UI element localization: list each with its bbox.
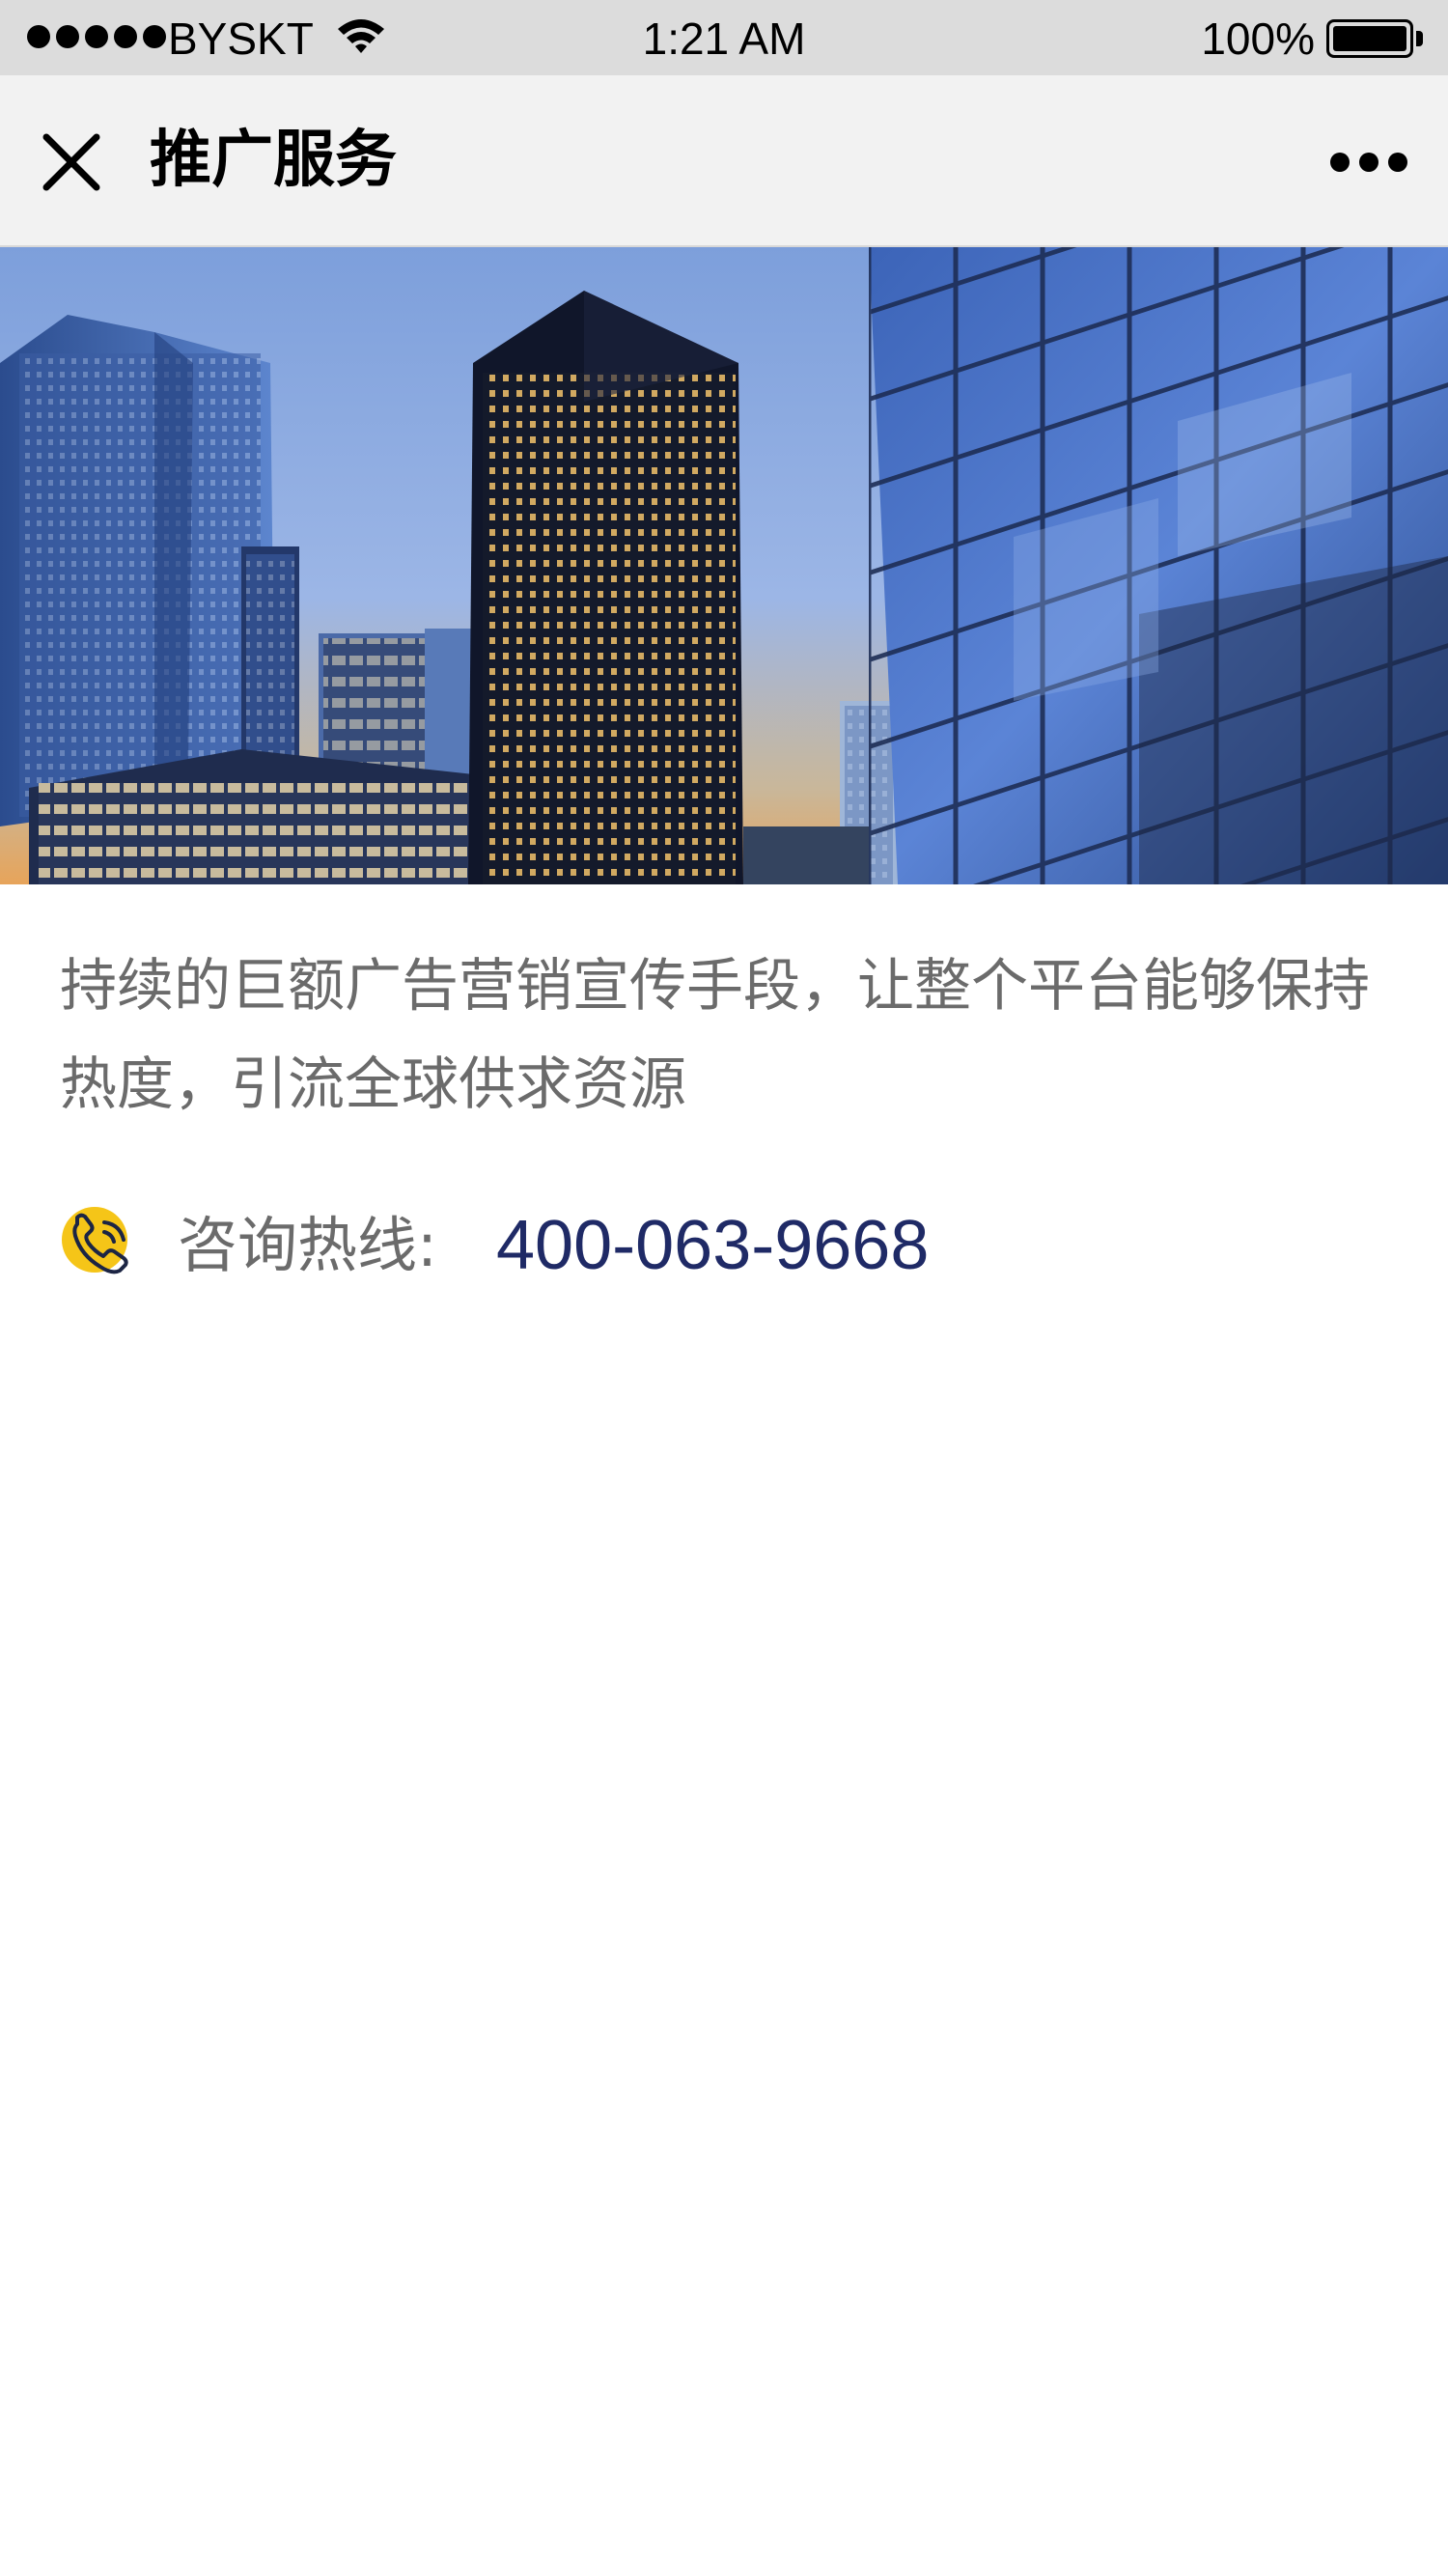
hotline-row: 咨询热线: 400-063-9668 — [60, 1197, 1411, 1294]
battery-icon — [1326, 19, 1423, 58]
close-icon — [42, 133, 100, 191]
close-button[interactable] — [29, 120, 114, 205]
city-skyline-photo — [0, 247, 1448, 884]
status-bar: BYSKT 1:21 AM 100% — [0, 0, 1448, 75]
battery-percent: 100% — [1201, 14, 1315, 64]
description-text: 持续的巨额广告营销宣传手段，让整个平台能够保持热度，引流全球供求资源 — [60, 952, 1371, 1117]
hotline-number-link[interactable]: 400-063-9668 — [496, 1197, 929, 1294]
hero-image — [0, 247, 1448, 884]
phone-icon — [62, 1207, 128, 1274]
more-icon — [1330, 153, 1350, 172]
hotline-label: 咨询热线: — [178, 1210, 437, 1280]
nav-bar: 推广服务 — [0, 75, 1448, 247]
page-title: 推广服务 — [150, 125, 397, 196]
more-button[interactable] — [1311, 126, 1427, 199]
